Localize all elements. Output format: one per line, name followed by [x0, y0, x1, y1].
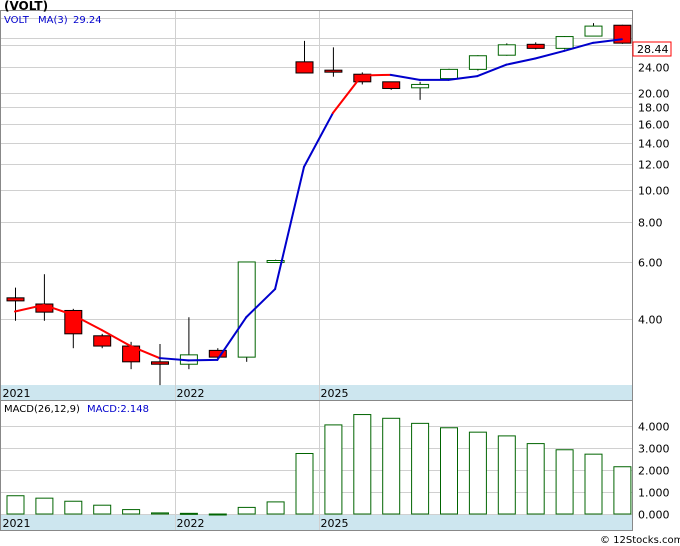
macd-time-axis-band: [1, 515, 632, 530]
macd-bar: [468, 431, 487, 515]
candle-body-up: [497, 44, 516, 56]
macd-bar: [151, 512, 169, 515]
candle-body-down: [151, 361, 169, 365]
candle-body-up: [555, 36, 574, 49]
candle-body-down: [324, 69, 343, 73]
macd-bar: [382, 417, 401, 515]
candle-body-up: [411, 83, 430, 89]
macd-tick-label: 1.000: [638, 487, 670, 500]
price-tick-label: 8.00: [638, 217, 663, 230]
last-price-tag: 28.44: [637, 43, 669, 56]
year-label: 2021: [3, 517, 31, 530]
ma-legend-value: 29.24: [73, 15, 102, 26]
macd-bar: [440, 427, 458, 515]
year-label: 2022: [177, 387, 205, 400]
macd-bar: [411, 422, 430, 515]
price-tick-label: 14.00: [638, 138, 670, 151]
macd-bar: [584, 453, 603, 515]
macd-bar: [35, 497, 54, 515]
price-tick-label: 12.00: [638, 159, 670, 172]
year-label: 2022: [177, 517, 205, 530]
macd-bar: [353, 414, 372, 515]
candle: [382, 81, 401, 90]
candle: [468, 55, 487, 71]
candle-body-up: [237, 261, 256, 358]
price-tick-label: 20.00: [638, 88, 670, 101]
macd-value-label: MACD:2.148: [87, 404, 149, 415]
macd-bar: [93, 504, 112, 515]
macd-bar: [122, 509, 141, 515]
macd-bar: [526, 443, 545, 515]
macd-tick-label: 3.000: [638, 443, 670, 456]
watermark: © 12Stocks.com: [600, 535, 680, 546]
chart-title: (VOLT): [4, 0, 48, 13]
macd-bar: [555, 449, 574, 515]
macd-bar: [179, 512, 198, 515]
candle-body-up: [440, 68, 458, 80]
macd-bar: [613, 466, 632, 515]
ma-line-segment: [360, 73, 392, 77]
candle: [497, 43, 516, 56]
stock-chart: 4.00 6.00 8.00 10.00 12.00 14.00 16.00 18.0020.…: [0, 0, 680, 546]
year-label: 2021: [3, 387, 31, 400]
macd-bar: [208, 513, 227, 516]
candle: [555, 36, 574, 50]
macd-bar: [64, 500, 83, 515]
price-tick-label: 6.00: [638, 257, 663, 270]
candle: [440, 68, 458, 80]
macd-tick-label: 4.000: [638, 421, 670, 434]
year-label: 2025: [321, 387, 349, 400]
price-tick-label: 4.00: [638, 314, 663, 327]
candle-body-up: [468, 55, 487, 70]
candle-body-down: [382, 81, 401, 89]
macd-bar: [237, 506, 256, 515]
candle-body-down: [6, 297, 25, 302]
year-label: 2025: [321, 517, 349, 530]
candle-body-down: [93, 335, 112, 347]
candle-body-down: [295, 61, 314, 74]
price-time-axis-band: [1, 385, 632, 400]
ticker-legend: VOLT: [4, 15, 30, 26]
macd-tick-label: 2.000: [638, 465, 670, 478]
ma-legend-label: MA(3): [38, 15, 68, 26]
candle: [613, 24, 632, 44]
price-tick-label: 24.00: [638, 62, 670, 75]
macd-bar: [324, 424, 343, 515]
price-tick-label: 18.00: [638, 102, 670, 115]
macd-bar: [6, 495, 25, 515]
candle: [93, 333, 112, 349]
macd-tick-label: 0.000: [638, 509, 670, 522]
candle-body-up: [584, 25, 603, 37]
macd-title: MACD(26,12,9): [4, 404, 80, 415]
macd-bar: [266, 501, 285, 515]
price-tick-label: 16.00: [638, 119, 670, 132]
macd-bar: [295, 453, 314, 515]
macd-bar: [497, 435, 516, 515]
price-tick-label: 10.00: [638, 185, 670, 198]
candle-body-down: [526, 43, 545, 49]
